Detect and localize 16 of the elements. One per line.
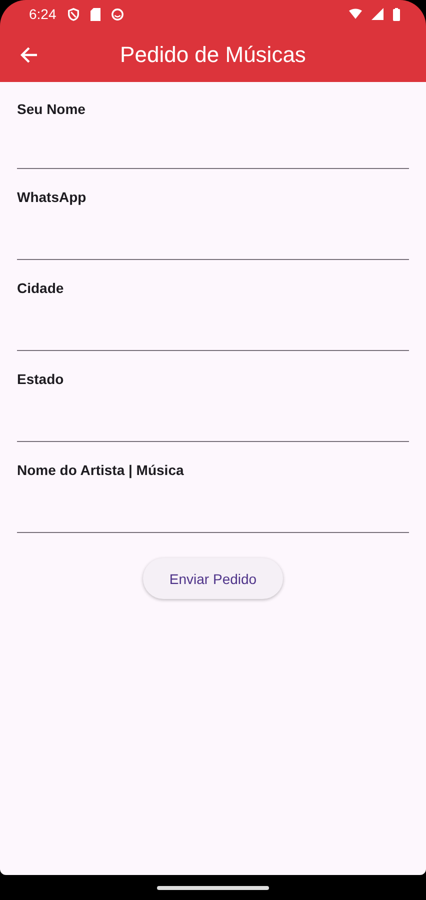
sd-card-icon (89, 8, 102, 20)
home-indicator[interactable] (157, 886, 269, 890)
signal-icon (371, 8, 384, 20)
wifi-icon (349, 8, 362, 20)
text-field[interactable]: Seu Nome (17, 82, 409, 169)
text-field[interactable]: Nome do Artista | Música (17, 442, 409, 533)
battery-icon (393, 8, 400, 20)
back-arrow-icon[interactable] (19, 45, 39, 65)
face-icon (111, 8, 124, 20)
app-bar-title: Pedido de Músicas (119, 42, 307, 68)
status-time: 6:24 (29, 6, 56, 22)
submit-button[interactable]: Enviar Pedido (143, 558, 283, 599)
shield-icon (67, 8, 80, 20)
text-field[interactable]: WhatsApp (17, 169, 409, 260)
text-field[interactable]: Estado (17, 351, 409, 442)
text-field[interactable]: Cidade (17, 260, 409, 351)
